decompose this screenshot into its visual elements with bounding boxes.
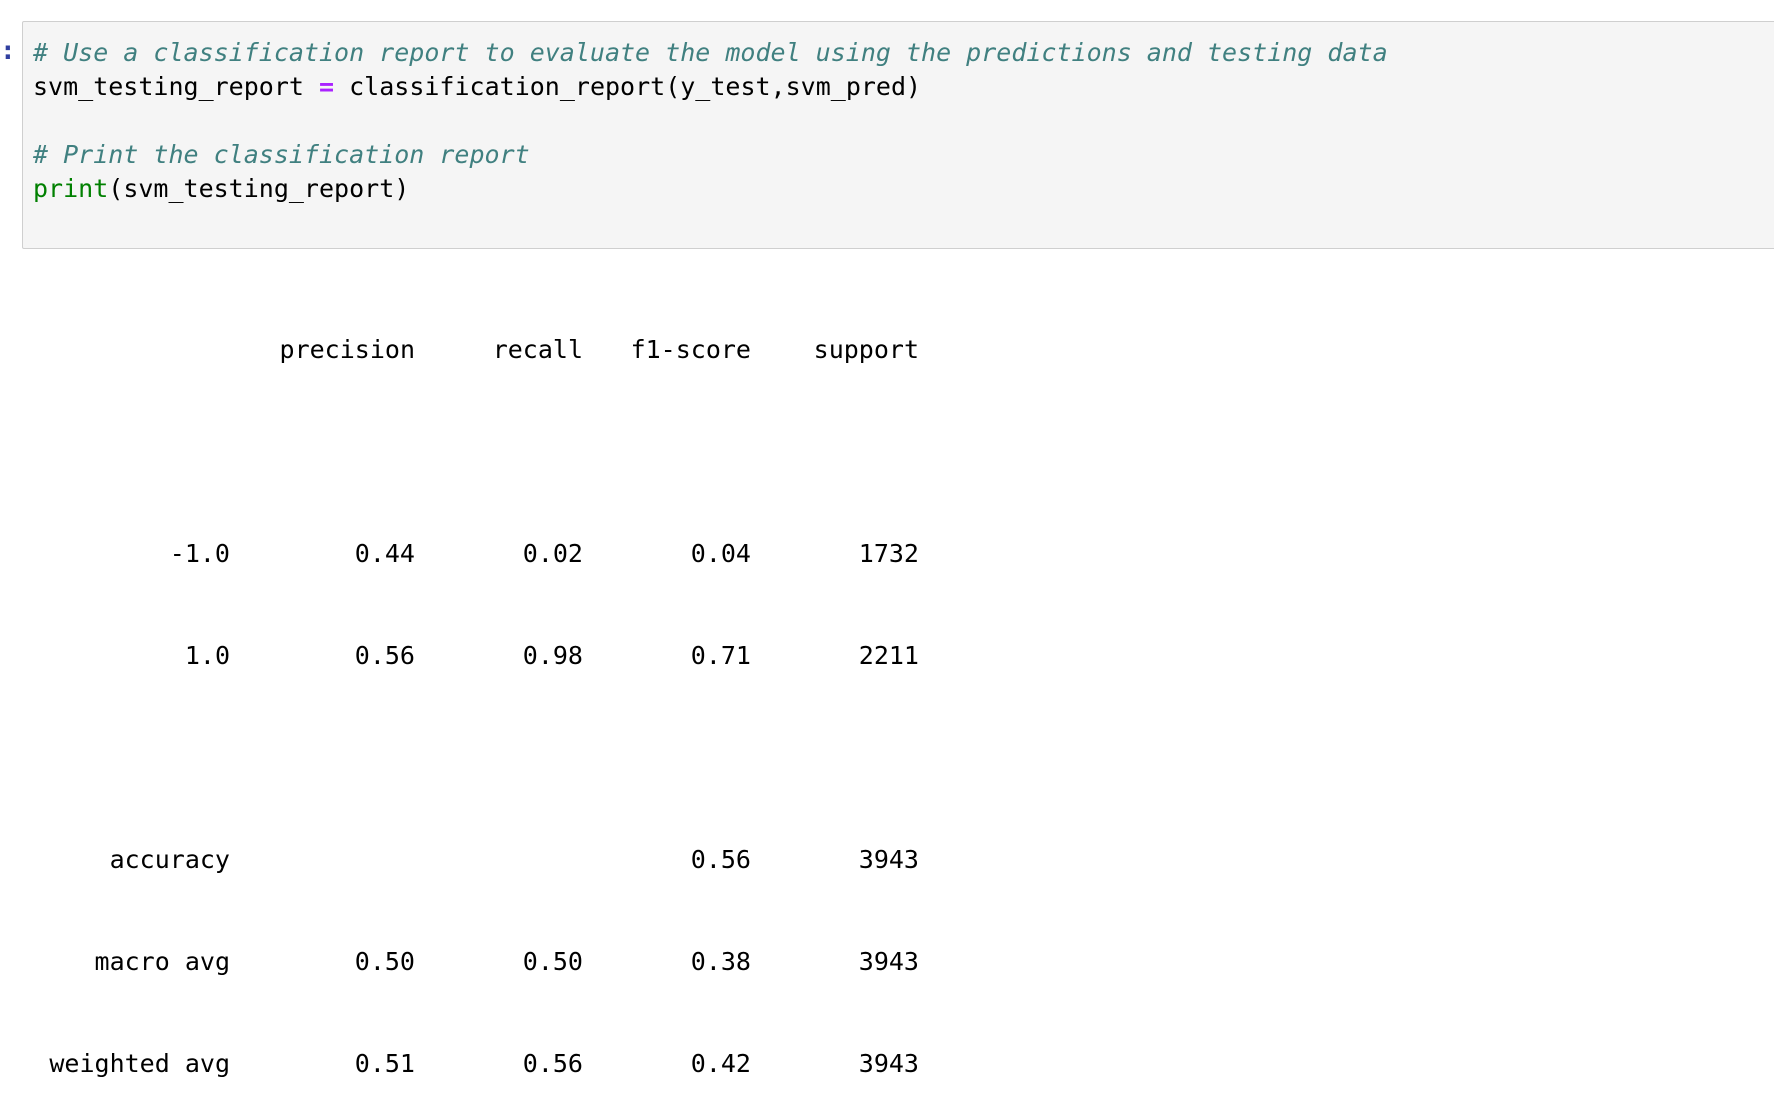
report-spacer bbox=[30, 435, 919, 469]
report-recall: 0.56 bbox=[522, 1049, 583, 1078]
report-row: -1.0 0.44 0.02 0.04 1732 bbox=[30, 537, 919, 571]
report-recall: 0.50 bbox=[522, 947, 583, 976]
report-header-row: precision recall f1-score support bbox=[30, 333, 919, 367]
report-support: 1732 bbox=[858, 539, 919, 568]
code-call-args: (svm_testing_report) bbox=[108, 174, 410, 203]
report-precision: 0.56 bbox=[354, 641, 415, 670]
code-comment: # Print the classification report bbox=[33, 140, 530, 169]
code-expression: classification_report(y_test,svm_pred) bbox=[349, 72, 922, 101]
report-support: 3943 bbox=[858, 1049, 919, 1078]
report-precision: 0.50 bbox=[354, 947, 415, 976]
report-row-label: weighted avg bbox=[49, 1049, 230, 1078]
report-header-support: support bbox=[813, 335, 919, 364]
report-row: 1.0 0.56 0.98 0.71 2211 bbox=[30, 639, 919, 673]
report-f1: 0.42 bbox=[690, 1049, 751, 1078]
report-f1: 0.38 bbox=[690, 947, 751, 976]
report-support: 3943 bbox=[858, 845, 919, 874]
report-support: 3943 bbox=[858, 947, 919, 976]
report-support: 2211 bbox=[858, 641, 919, 670]
code-variable: svm_testing_report bbox=[33, 72, 304, 101]
report-f1: 0.71 bbox=[690, 641, 751, 670]
code-cell-input[interactable]: # Use a classification report to evaluat… bbox=[22, 21, 1774, 249]
report-spacer bbox=[30, 741, 919, 775]
report-precision: 0.44 bbox=[354, 539, 415, 568]
cell-prompt: : bbox=[0, 36, 16, 66]
report-row-label: -1.0 bbox=[169, 539, 230, 568]
report-header-recall: recall bbox=[492, 335, 583, 364]
report-header-f1: f1-score bbox=[630, 335, 751, 364]
code-line-assignment: svm_testing_report = classification_repo… bbox=[33, 70, 1388, 104]
report-row: accuracy 0.56 3943 bbox=[30, 843, 919, 877]
report-f1: 0.04 bbox=[690, 539, 751, 568]
code-operator: = bbox=[319, 72, 335, 101]
report-row-label: macro avg bbox=[94, 947, 230, 976]
report-row: weighted avg 0.51 0.56 0.42 3943 bbox=[30, 1047, 919, 1081]
report-row: macro avg 0.50 0.50 0.38 3943 bbox=[30, 945, 919, 979]
report-row-label: accuracy bbox=[109, 845, 230, 874]
report-recall: 0.02 bbox=[522, 539, 583, 568]
report-recall: 0.98 bbox=[522, 641, 583, 670]
code-editor[interactable]: # Use a classification report to evaluat… bbox=[33, 36, 1388, 206]
report-row-label: 1.0 bbox=[184, 641, 230, 670]
code-line-comment-1: # Use a classification report to evaluat… bbox=[33, 36, 1388, 70]
report-header-precision: precision bbox=[279, 335, 415, 364]
cell-output: precision recall f1-score support -1.0 0.44 0… bbox=[30, 265, 919, 1115]
report-precision: 0.51 bbox=[354, 1049, 415, 1078]
report-f1: 0.56 bbox=[690, 845, 751, 874]
code-builtin: print bbox=[33, 174, 109, 203]
code-line-print: print(svm_testing_report) bbox=[33, 172, 1388, 206]
code-line-comment-2: # Print the classification report bbox=[33, 138, 1388, 172]
code-comment: # Use a classification report to evaluat… bbox=[33, 38, 1388, 67]
